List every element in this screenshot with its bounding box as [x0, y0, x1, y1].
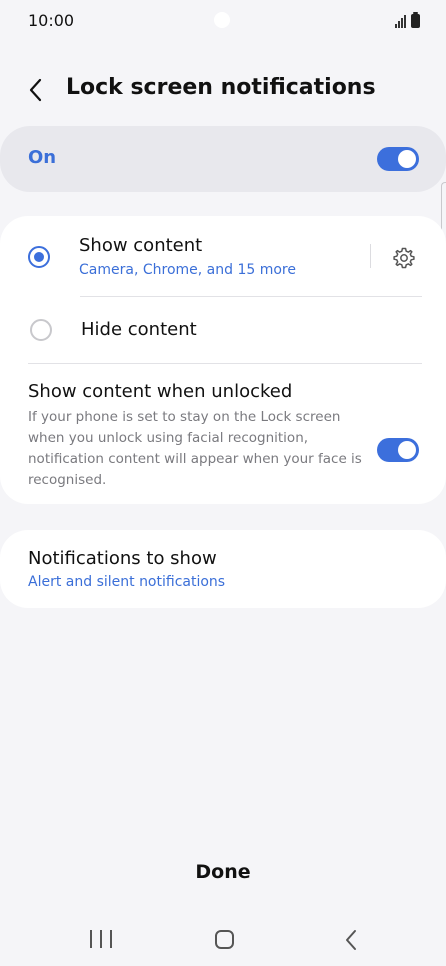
header: Lock screen notifications	[0, 66, 446, 112]
toggle-knob	[398, 441, 416, 459]
hide-content-row[interactable]: Hide content	[0, 297, 446, 363]
battery-icon	[411, 12, 420, 28]
show-when-unlocked-switch[interactable]	[377, 438, 419, 462]
home-icon[interactable]	[215, 930, 234, 949]
lock-screen-options-card: Show content Camera, Chrome, and 15 more…	[0, 216, 446, 504]
show-content-radio[interactable]	[28, 246, 50, 268]
hide-content-radio[interactable]	[30, 319, 52, 341]
show-content-settings-button[interactable]	[390, 244, 418, 272]
show-content-title: Show content	[79, 235, 203, 256]
master-toggle-switch[interactable]	[377, 147, 419, 171]
status-time: 10:00	[28, 11, 75, 30]
vertical-divider	[370, 244, 371, 268]
signal-icon	[395, 15, 406, 28]
status-icons	[395, 12, 420, 28]
notifications-to-show-title: Notifications to show	[28, 548, 217, 569]
chevron-left-icon	[29, 78, 42, 102]
status-bar: 10:00	[0, 0, 446, 42]
show-content-subtitle: Camera, Chrome, and 15 more	[79, 262, 296, 278]
show-when-unlocked-title: Show content when unlocked	[28, 381, 293, 402]
notifications-to-show-value: Alert and silent notifications	[28, 574, 226, 590]
page-title: Lock screen notifications	[66, 75, 376, 100]
show-content-row[interactable]: Show content Camera, Chrome, and 15 more	[0, 216, 370, 296]
master-toggle-row[interactable]: On	[0, 126, 446, 192]
navigation-bar	[0, 914, 446, 966]
back-icon[interactable]	[340, 928, 362, 952]
hide-content-title: Hide content	[81, 319, 197, 340]
gear-icon	[393, 247, 415, 269]
toggle-knob	[398, 150, 416, 168]
done-button[interactable]: Done	[173, 856, 273, 888]
recent-apps-icon[interactable]	[90, 930, 112, 950]
show-when-unlocked-row[interactable]: Show content when unlocked If your phone…	[0, 364, 446, 504]
nav-back-chevron-icon	[346, 930, 356, 950]
master-toggle-label: On	[28, 147, 57, 168]
notifications-to-show-row[interactable]: Notifications to show Alert and silent n…	[0, 530, 446, 608]
show-when-unlocked-description: If your phone is set to stay on the Lock…	[28, 409, 362, 488]
back-button[interactable]	[22, 76, 50, 104]
camera-cutout	[214, 12, 230, 28]
